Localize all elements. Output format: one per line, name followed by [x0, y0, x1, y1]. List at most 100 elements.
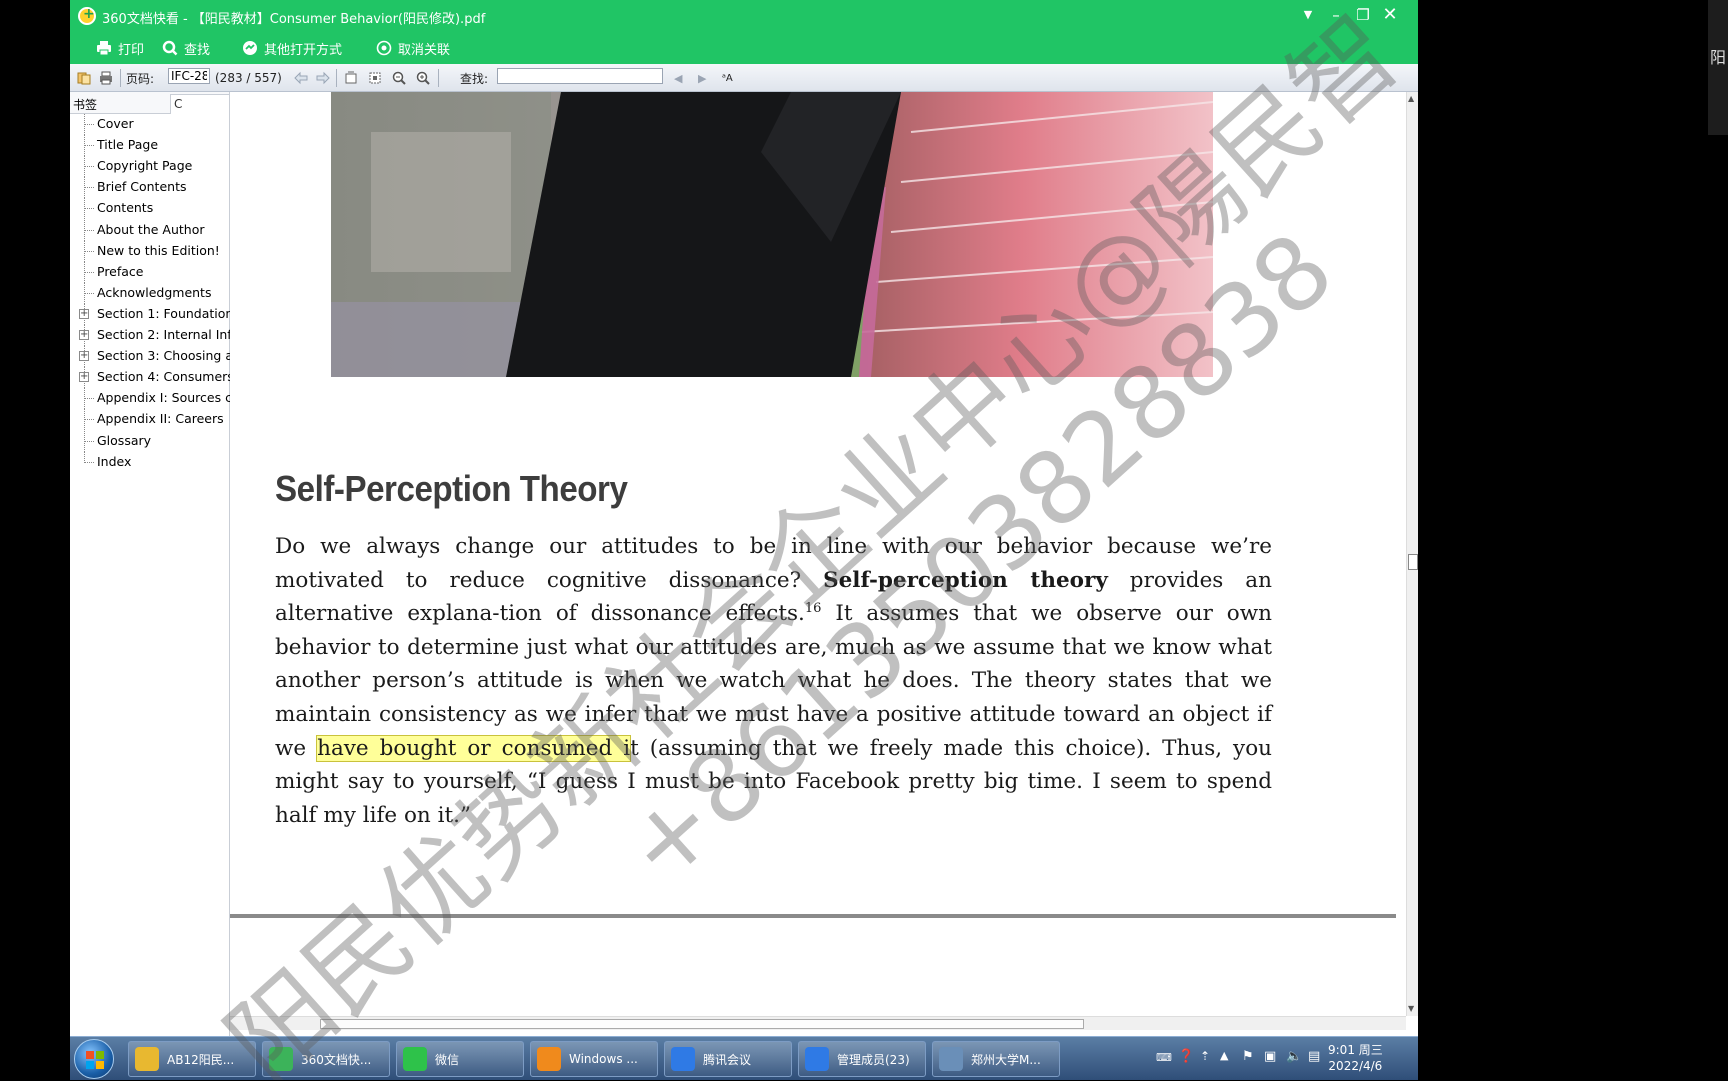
fit-page-icon[interactable] [368, 70, 382, 86]
taskbar-item[interactable]: Windows ... [530, 1041, 658, 1077]
zoom-out-icon[interactable] [392, 70, 406, 86]
vertical-scrollbar[interactable]: ▲ ▼ [1406, 92, 1418, 1016]
bookmark-item[interactable]: Appendix II: Careers [70, 409, 230, 431]
bookmark-label: Preface [97, 263, 144, 279]
page-separator [230, 914, 1396, 918]
bookmark-item[interactable]: + Section 2: Internal Inf [70, 325, 230, 346]
app-icon [269, 1047, 293, 1071]
bookmark-label: Acknowledgments [97, 284, 212, 300]
app-icon [135, 1047, 159, 1071]
bookmark-label: Appendix II: Careers [97, 411, 224, 427]
bookmark-item[interactable]: + Section 3: Choosing a [70, 346, 230, 368]
sidebar-header: 书签 C [70, 92, 230, 114]
print-toolbar-icon[interactable] [99, 70, 113, 86]
close-button[interactable]: ✕ [1378, 4, 1402, 26]
expand-icon[interactable]: + [79, 308, 89, 319]
page-number-input[interactable] [168, 68, 210, 84]
search-prev-icon[interactable]: ◀ [674, 70, 682, 86]
open-with-button[interactable]: 其他打开方式 [242, 38, 342, 58]
help-icon[interactable]: ❓ [1178, 1049, 1194, 1064]
bookmark-item[interactable]: Appendix I: Sources c [70, 388, 230, 410]
scroll-down-icon[interactable]: ▼ [1408, 1004, 1414, 1013]
taskbar-item-label: 腾讯会议 [703, 1052, 752, 1067]
bookmark-item[interactable]: Preface [70, 261, 230, 283]
find-button[interactable]: 查找 [162, 38, 210, 58]
hscroll-thumb[interactable] [320, 1019, 1084, 1029]
open-file-icon[interactable] [77, 70, 91, 86]
scroll-thumb[interactable] [1408, 554, 1418, 570]
footnote-ref: 16 [804, 601, 822, 617]
bookmark-label: Appendix I: Sources c [97, 390, 230, 406]
bookmark-item[interactable]: + Section 4: Consumers [70, 367, 230, 389]
taskbar-item[interactable]: 郑州大学M... [932, 1041, 1060, 1077]
taskbar-item[interactable]: 微信 [396, 1041, 524, 1077]
device-icon[interactable]: ▣ [1264, 1049, 1276, 1064]
windows-logo-icon [86, 1051, 104, 1069]
toolbar-divider [438, 69, 439, 87]
start-button[interactable] [74, 1039, 114, 1079]
dropdown-icon[interactable]: ▼ [1296, 4, 1320, 26]
expand-icon[interactable]: + [79, 351, 89, 362]
app-icon [805, 1047, 829, 1071]
tree-connector [84, 145, 94, 147]
bookmark-item[interactable]: + Section 1: Foundations [70, 303, 230, 325]
minimize-button[interactable]: – [1324, 4, 1348, 26]
document-toolbar: 页码: (283 / 557) 查找: ◀ ▶ ᵃA [70, 64, 1418, 92]
pdf-viewer-window: 360文档快看 - 【阳民教材】Consumer Behavior(阳民修改).… [70, 0, 1418, 1036]
taskbar-item-label: 管理成员(23) [837, 1052, 910, 1067]
expand-icon[interactable]: + [79, 372, 89, 383]
bookmark-item[interactable]: Title Page [70, 135, 230, 157]
taskbar-item[interactable]: AB12阳民... [128, 1041, 256, 1077]
bold-term: Self-perception theory [823, 567, 1108, 593]
highlighted-text[interactable]: have bought or consumed i [316, 734, 632, 762]
tree-connector [84, 229, 94, 231]
taskbar-item[interactable]: 360文档快... [262, 1041, 390, 1077]
bookmarks-tab[interactable]: 书签 [73, 96, 97, 113]
tree-connector [84, 292, 94, 294]
horizontal-scrollbar[interactable] [230, 1016, 1406, 1030]
bookmark-item[interactable]: Brief Contents [70, 177, 230, 199]
forward-arrow-icon[interactable] [316, 70, 330, 86]
app-logo-icon [78, 6, 96, 25]
bookmark-label: Cover [97, 116, 134, 131]
search-next-icon[interactable]: ▶ [698, 70, 706, 86]
input-method-icon[interactable]: ⇡ [1200, 1049, 1210, 1063]
bookmark-label: Copyright Page [97, 158, 193, 174]
network-icon[interactable]: ▤ [1308, 1049, 1320, 1064]
title-bar: 360文档快看 - 【阳民教材】Consumer Behavior(阳民修改).… [70, 0, 1418, 32]
document-view[interactable]: Self-Perception Theory Do we always chan… [230, 92, 1406, 1016]
scroll-up-icon[interactable]: ▲ [1408, 94, 1414, 103]
show-hidden-icons[interactable]: ▲ [1220, 1049, 1228, 1062]
unlink-label: 取消关联 [398, 42, 451, 58]
fit-width-icon[interactable] [344, 70, 358, 86]
search-icon [162, 40, 178, 56]
volume-icon[interactable]: 🔈 [1286, 1049, 1302, 1064]
app-icon [671, 1047, 695, 1071]
keyboard-icon[interactable]: ⌨ [1156, 1051, 1172, 1064]
bookmark-item[interactable]: Glossary [70, 430, 230, 452]
bookmark-item[interactable]: Index [70, 451, 230, 473]
bookmark-item[interactable]: Cover [70, 114, 230, 135]
body-paragraph[interactable]: Do we always change our attitudes to be … [275, 530, 1272, 832]
taskbar-item[interactable]: 管理成员(23) [798, 1041, 926, 1077]
toolbar-divider [336, 69, 337, 87]
bookmark-item[interactable]: New to this Edition! [70, 240, 230, 262]
back-arrow-icon[interactable] [294, 70, 308, 86]
clock[interactable]: 9:01 周三 2022/4/6 [1328, 1042, 1383, 1074]
bookmark-item[interactable]: Copyright Page [70, 156, 230, 178]
expand-icon[interactable]: + [79, 330, 89, 340]
sidebar-second-tab[interactable]: C [170, 94, 230, 114]
search-input[interactable] [497, 68, 663, 84]
bookmark-item[interactable]: Acknowledgments [70, 282, 230, 304]
bookmark-item[interactable]: Contents [70, 198, 230, 220]
app-icon [537, 1047, 561, 1071]
unlink-button[interactable]: 取消关联 [376, 38, 450, 58]
restore-button[interactable]: ❐ [1351, 4, 1375, 26]
zoom-in-icon[interactable] [416, 70, 430, 86]
print-button[interactable]: 打印 [96, 38, 144, 58]
bookmark-item[interactable]: About the Author [70, 219, 230, 241]
taskbar-item[interactable]: 腾讯会议 [664, 1041, 792, 1077]
flag-icon[interactable]: ⚑ [1242, 1049, 1254, 1064]
match-case-icon[interactable]: ᵃA [722, 70, 733, 86]
tree-connector [84, 124, 94, 125]
